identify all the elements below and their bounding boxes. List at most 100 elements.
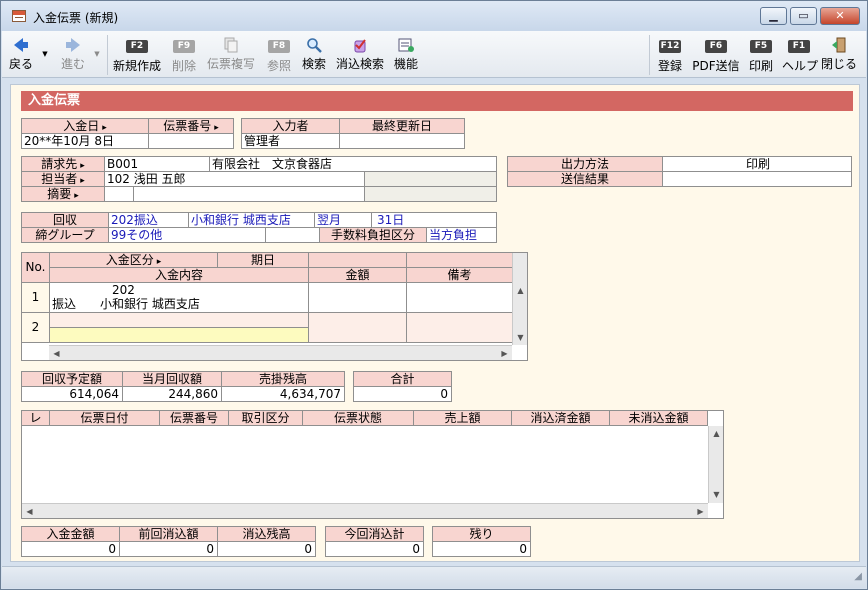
reconciled-amount-header: 消込済金額 <box>511 410 610 426</box>
app-window: 入金伝票 (新規) ▁ ▭ ✕ 戻る ▼ 進む ▼ F2 新規作成 F9 削除 … <box>0 0 868 590</box>
month-collected-value: 244,860 <box>122 386 222 402</box>
row-note[interactable] <box>406 312 513 343</box>
close-button[interactable]: 閉じる <box>820 33 858 75</box>
scroll-left-icon[interactable]: ◀ <box>49 346 64 361</box>
sales-amount-header: 売上額 <box>413 410 512 426</box>
note-header: 備考 <box>406 267 513 283</box>
chevron-down-icon: ▼ <box>94 50 100 58</box>
function-button[interactable]: 機能 <box>390 33 422 75</box>
chevron-down-icon: ▼ <box>42 50 48 58</box>
collection-month: 翌月 <box>314 212 372 228</box>
reconcile-vertical-scrollbar[interactable]: ▲ ▼ <box>708 426 723 503</box>
row-amount[interactable] <box>308 312 407 343</box>
exit-door-icon <box>832 37 846 53</box>
search-button[interactable]: 検索 <box>298 33 330 75</box>
due-date-header: 期日 <box>217 252 309 268</box>
slip-number-label[interactable]: 伝票番号 <box>148 118 234 134</box>
settings-form-icon <box>398 38 414 52</box>
scroll-down-icon[interactable]: ▼ <box>513 330 528 345</box>
memo-label[interactable]: 摘要 <box>21 186 105 202</box>
scroll-left-icon[interactable]: ◀ <box>22 504 37 519</box>
f9-key-icon: F9 <box>173 40 195 53</box>
slip-date-header: 伝票日付 <box>49 410 160 426</box>
total-label: 合計 <box>353 371 452 387</box>
slip-number-field[interactable] <box>148 133 234 149</box>
staff-label[interactable]: 担当者 <box>21 171 105 187</box>
detail-vertical-scrollbar[interactable]: ▲ ▼ <box>512 253 527 345</box>
billing-name-value: 有限会社 文京食器店 <box>209 156 497 172</box>
copy-slip-button[interactable]: 伝票複写 <box>205 33 257 75</box>
total-value: 0 <box>353 386 452 402</box>
memo-text-field[interactable] <box>133 186 365 202</box>
row-note[interactable] <box>406 282 513 313</box>
help-button[interactable]: F1 ヘルプ <box>782 33 818 75</box>
amount-header: 金額 <box>308 267 407 283</box>
staff-field[interactable]: 102 浅田 五郎 <box>104 171 365 187</box>
f1-key-icon: F1 <box>788 40 810 53</box>
pdf-send-button[interactable]: F6 PDF送信 <box>690 33 742 75</box>
f2-key-icon: F2 <box>126 40 148 53</box>
forward-dropdown-button[interactable]: ▼ <box>91 33 103 75</box>
forward-button[interactable]: 進む <box>57 33 89 75</box>
remainder-value: 0 <box>432 541 531 557</box>
deposit-content-header: 入金内容 <box>49 267 309 283</box>
scroll-down-icon[interactable]: ▼ <box>709 487 724 502</box>
collection-day: 31日 <box>371 212 497 228</box>
row-type-bank: 振込 小和銀行 城西支店 <box>52 297 200 311</box>
collection-code: 202振込 <box>108 212 189 228</box>
delete-button[interactable]: F9 削除 <box>168 33 200 75</box>
blank-header <box>308 252 407 268</box>
current-reconcile-value: 0 <box>325 541 424 557</box>
register-button[interactable]: F12 登録 <box>654 33 686 75</box>
f6-key-icon: F6 <box>705 40 727 53</box>
billing-code-field[interactable]: B001 <box>104 156 210 172</box>
deposit-date-label[interactable]: 入金日 <box>21 118 149 134</box>
row-deposit-content[interactable] <box>49 327 309 343</box>
transaction-type-header: 取引区分 <box>228 410 303 426</box>
scroll-right-icon[interactable]: ▶ <box>693 504 708 519</box>
staff-extra-field <box>364 171 497 187</box>
output-method-field[interactable]: 印刷 <box>662 156 852 172</box>
memo-field[interactable] <box>104 186 134 202</box>
billing-label[interactable]: 請求先 <box>21 156 105 172</box>
scroll-up-icon[interactable]: ▲ <box>709 426 724 441</box>
close-window-button[interactable]: ✕ <box>820 7 860 25</box>
row-deposit-kind[interactable]: 202 振込 小和銀行 城西支店 <box>49 282 309 313</box>
receivable-balance-label: 売掛残高 <box>221 371 345 387</box>
scroll-up-icon[interactable]: ▲ <box>513 283 528 298</box>
deposit-kind-header[interactable]: 入金区分 <box>49 252 218 268</box>
reconcile-balance-value: 0 <box>217 541 316 557</box>
section-title: 入金伝票 <box>21 91 853 111</box>
toolbar-separator <box>649 35 650 75</box>
deposit-date-field[interactable]: 20**年10月 8日 <box>21 133 149 149</box>
maximize-button[interactable]: ▭ <box>790 7 817 25</box>
current-reconcile-label: 今回消込計 <box>325 526 424 542</box>
clear-search-button[interactable]: 消込検索 <box>334 33 386 75</box>
collection-label: 回収 <box>21 212 109 228</box>
refer-button[interactable]: F8 参照 <box>263 33 295 75</box>
collection-bank: 小和銀行 城西支店 <box>188 212 315 228</box>
slip-form: 入金伝票 入金日 伝票番号 20**年10月 8日 入力者 最終更新日 管理者 … <box>10 84 860 562</box>
f5-key-icon: F5 <box>750 40 772 53</box>
close-group-label: 締グループ <box>21 227 109 243</box>
detail-horizontal-scrollbar[interactable]: ◀ ▶ <box>49 345 512 360</box>
inputter-value: 管理者 <box>241 133 340 149</box>
minimize-button[interactable]: ▁ <box>760 7 787 25</box>
back-button[interactable]: 戻る <box>5 33 37 75</box>
prev-reconcile-label: 前回消込額 <box>119 526 218 542</box>
back-dropdown-button[interactable]: ▼ <box>39 33 51 75</box>
row-number: 1 <box>21 282 50 313</box>
new-button[interactable]: F2 新規作成 <box>112 33 162 75</box>
blank-header <box>406 252 513 268</box>
planned-amount-label: 回収予定額 <box>21 371 123 387</box>
row-deposit-kind[interactable] <box>49 312 309 328</box>
reconcile-horizontal-scrollbar[interactable]: ◀ ▶ <box>22 503 708 518</box>
resize-grip-icon[interactable]: ◢ <box>854 571 862 582</box>
close-group-extra <box>265 227 320 243</box>
scroll-right-icon[interactable]: ▶ <box>497 346 512 361</box>
close-group-value: 99その他 <box>108 227 266 243</box>
row-amount[interactable] <box>308 282 407 313</box>
print-button[interactable]: F5 印刷 <box>745 33 777 75</box>
forward-arrow-icon <box>66 38 80 52</box>
deposit-amount-value: 0 <box>21 541 120 557</box>
